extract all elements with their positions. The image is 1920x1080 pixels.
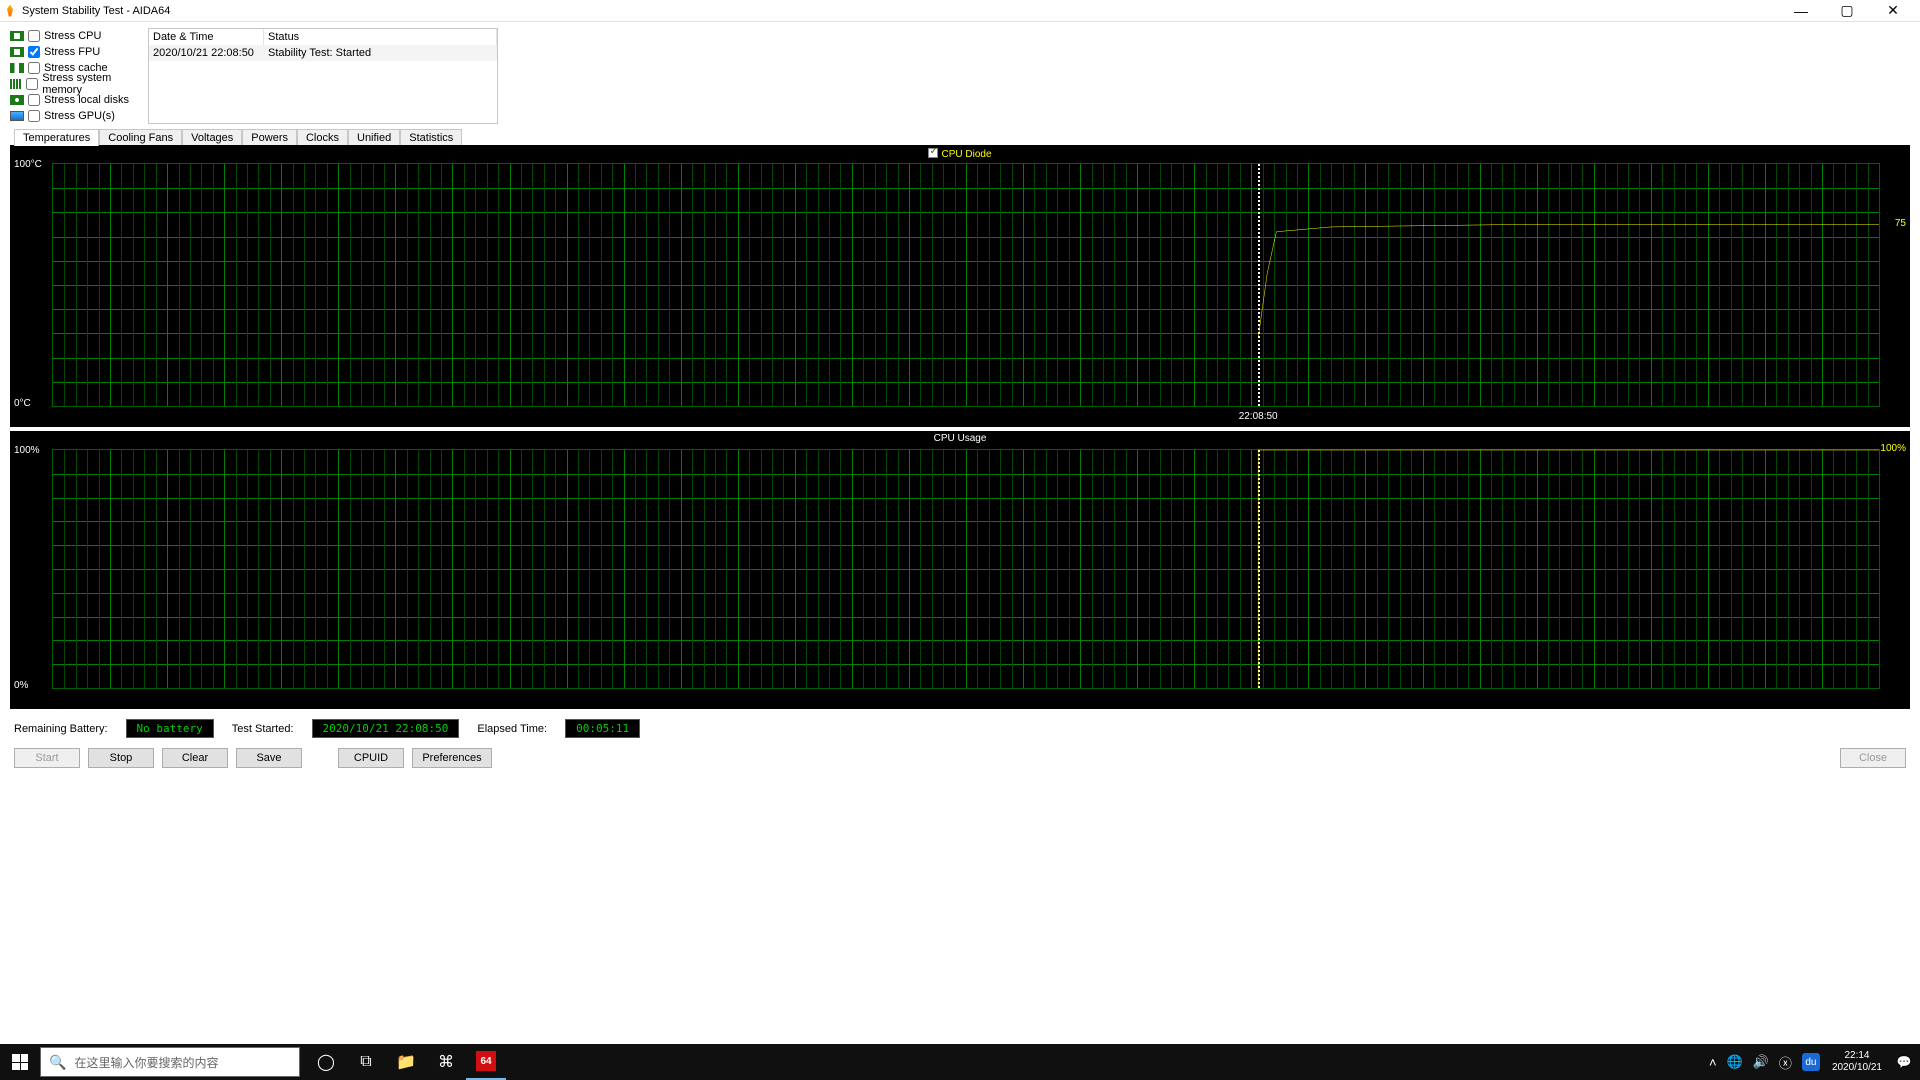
stop-button[interactable]: Stop [88,748,154,768]
tab-voltages[interactable]: Voltages [182,129,242,146]
tab-clocks[interactable]: Clocks [297,129,348,146]
tab-unified[interactable]: Unified [348,129,400,146]
windows-logo-icon [12,1054,28,1070]
device-icon [10,47,24,57]
app-icon [4,5,16,17]
battery-label: Remaining Battery: [14,723,108,735]
stress-option-1: Stress FPU [10,44,140,60]
device-icon [10,31,24,41]
stress-option-0: Stress CPU [10,28,140,44]
stress-checkbox[interactable] [28,46,40,58]
action-center-icon[interactable]: 💬 [1888,1044,1920,1080]
event-marker-label: 22:08:50 [1239,411,1278,422]
titlebar: System Stability Test - AIDA64 — ▢ ✕ [0,0,1920,22]
cortana-icon[interactable]: ◯ [306,1044,346,1080]
save-button[interactable]: Save [236,748,302,768]
log-row[interactable]: 2020/10/21 22:08:50 Stability Test: Star… [149,45,497,61]
current-value-label: 100% [1880,443,1906,454]
y-axis-max: 100°C [14,159,42,170]
close-window-button[interactable]: ✕ [1870,0,1916,22]
taskview-icon[interactable]: ⧉ [346,1044,386,1080]
charts-area: CPU Diode 100°C 0°C 22:08:50 75 CPU Usage 100… [10,145,1910,709]
chart-tabs: TemperaturesCooling FansVoltagesPowersCl… [14,129,1906,146]
device-icon [10,111,24,121]
minimize-button[interactable]: — [1778,0,1824,22]
started-label: Test Started: [232,723,294,735]
y-axis-min: 0°C [14,398,31,409]
taskbar-search[interactable]: 🔍 在这里输入你要搜索的内容 [40,1047,300,1077]
system-tray: ˄ 🌐 🔊 ⓧ du [1703,1053,1826,1072]
log-col-datetime[interactable]: Date & Time [149,29,264,45]
tab-cooling-fans[interactable]: Cooling Fans [99,129,182,146]
chart-temperature: CPU Diode 100°C 0°C 22:08:50 75 [10,145,1910,427]
explorer-icon[interactable]: 📁 [386,1044,426,1080]
stress-option-4: Stress local disks [10,92,140,108]
tab-powers[interactable]: Powers [242,129,297,146]
stress-checkbox[interactable] [26,78,38,90]
stress-checkbox[interactable] [28,94,40,106]
current-value-label: 75 [1895,218,1906,229]
y-axis-max: 100% [14,445,40,456]
aida64-taskbar-icon[interactable]: 64 [466,1044,506,1080]
log-table: Date & Time Status 2020/10/21 22:08:50 S… [148,28,498,124]
start-button-taskbar[interactable] [0,1044,40,1080]
tab-statistics[interactable]: Statistics [400,129,462,146]
window-title: System Stability Test - AIDA64 [22,5,170,17]
stress-label: Stress FPU [44,46,100,58]
elapsed-label: Elapsed Time: [477,723,547,735]
tab-temperatures[interactable]: Temperatures [14,129,99,146]
start-button[interactable]: Start [14,748,80,768]
stress-label: Stress GPU(s) [44,110,115,122]
device-icon [10,95,24,105]
clear-button[interactable]: Clear [162,748,228,768]
stress-options: Stress CPU Stress FPU Stress cache Stres… [10,28,140,124]
clock-time: 22:14 [1844,1050,1869,1062]
stress-label: Stress local disks [44,94,129,106]
device-icon [10,79,22,89]
stress-checkbox[interactable] [28,62,40,74]
stress-option-3: Stress system memory [10,76,140,92]
maximize-button[interactable]: ▢ [1824,0,1870,22]
cpuid-button[interactable]: CPUID [338,748,404,768]
chart-cpu-usage: CPU Usage 100% 0% 100% [10,431,1910,709]
tray-chevron-icon[interactable]: ˄ [1709,1055,1717,1070]
task-icons: ◯ ⧉ 📁 ⌘ 64 [306,1044,506,1080]
battery-value: No battery [126,719,214,738]
search-placeholder: 在这里输入你要搜索的内容 [74,1054,218,1071]
stress-label: Stress system memory [42,72,140,96]
stress-checkbox[interactable] [28,30,40,42]
chart-title-text: CPU Diode [941,149,991,160]
y-axis-min: 0% [14,680,28,691]
plot-area: 22:08:50 [52,163,1880,407]
preferences-button[interactable]: Preferences [412,748,492,768]
app-icon-1[interactable]: ⌘ [426,1044,466,1080]
status-row: Remaining Battery: No battery Test Start… [0,713,1920,744]
stress-option-5: Stress GPU(s) [10,108,140,124]
log-cell-datetime: 2020/10/21 22:08:50 [149,45,264,61]
stress-label: Stress CPU [44,30,101,42]
du-tray-icon[interactable]: du [1802,1053,1820,1071]
chart-title: CPU Usage [10,433,1910,444]
stress-checkbox[interactable] [28,110,40,122]
close-button[interactable]: Close [1840,748,1906,768]
started-value: 2020/10/21 22:08:50 [312,719,460,738]
log-col-status[interactable]: Status [264,29,497,45]
volume-icon[interactable]: 🔊 [1753,1054,1769,1070]
chart-series-checkbox[interactable] [928,148,938,158]
taskbar: 🔍 在这里输入你要搜索的内容 ◯ ⧉ 📁 ⌘ 64 ˄ 🌐 🔊 ⓧ du 22:… [0,1044,1920,1080]
clock-date: 2020/10/21 [1832,1062,1882,1074]
chart-title: CPU Diode [10,147,1910,160]
device-icon [10,63,24,73]
search-icon: 🔍 [49,1054,66,1071]
log-cell-status: Stability Test: Started [264,45,497,61]
elapsed-value: 00:05:11 [565,719,640,738]
plot-area [52,449,1880,689]
taskbar-clock[interactable]: 22:14 2020/10/21 [1826,1050,1888,1074]
tray-x-icon[interactable]: ⓧ [1779,1053,1792,1072]
chart-title-text: CPU Usage [934,433,987,444]
network-icon[interactable]: 🌐 [1727,1054,1743,1070]
button-row: Start Stop Clear Save CPUID Preferences … [0,744,1920,774]
top-panel: Stress CPU Stress FPU Stress cache Stres… [0,22,1920,128]
